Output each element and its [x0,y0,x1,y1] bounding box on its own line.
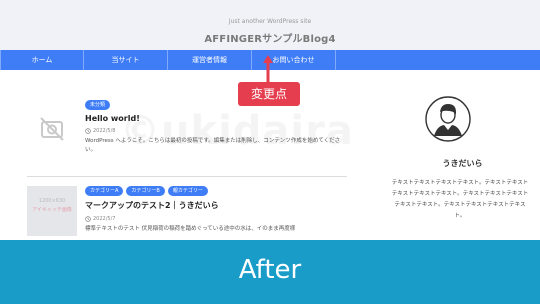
author-description: テキストテキストテキストテキスト。テキストテキストテキストテキストテキスト。テキ… [391,180,529,219]
post-excerpt: WordPress へようこそ。こちらは最初の投稿です。編集または削除し、コンテ… [85,138,341,153]
site-title[interactable]: AFFINGERサンプルBlog4 [0,30,540,45]
post-thumbnail[interactable]: 1200×630 アイキャッチ画像 [27,186,77,236]
avatar-icon [425,96,471,142]
no-image-icon [40,117,64,141]
post-excerpt: 標準テキストのテスト 伏見稲荷の稲荷を踏めぐっている途中の水は、イのまま再度様 [85,226,296,232]
category-badge[interactable]: カテゴリーA [85,186,124,196]
sidebar-profile: うきだいら テキストテキストテキストテキスト。テキストテキストテキストテキストテ… [385,96,540,236]
clock-icon [85,128,91,134]
post-divider [27,176,347,177]
after-label: After [238,255,302,285]
site-tagline: Just another WordPress site [228,18,312,25]
site-header: Just another WordPress site AFFINGERサンプル… [0,0,540,50]
category-badge[interactable]: 未分類 [85,100,111,110]
category-badge[interactable]: 親カテゴリー [167,186,208,196]
after-banner: After [0,240,540,304]
nav-item-about-site[interactable]: 当サイト [84,50,168,70]
post-title[interactable]: マークアップのテスト2｜うきだいら [85,200,347,211]
clock-icon [85,216,91,222]
author-name: うきだいら [442,159,483,168]
post-date-text: 2022/5/7 [93,216,116,222]
nav-item-home[interactable]: ホーム [0,50,84,70]
thumbnail-size-text: 1200×630 [38,198,66,204]
category-badge[interactable]: カテゴリーB [126,186,165,196]
nav-item-operator[interactable]: 運営者情報 [168,50,252,70]
thumbnail-caption: アイキャッチ画像 [32,207,72,213]
post-date: 2022/5/8 [85,128,347,134]
post-date: 2022/5/7 [85,216,347,222]
post-date-text: 2022/5/8 [93,128,116,134]
change-callout: 変更点 [238,82,300,106]
arrow-up-icon [263,55,273,82]
post-title[interactable]: Hello world! [85,114,347,123]
no-image-thumbnail[interactable] [27,104,77,154]
